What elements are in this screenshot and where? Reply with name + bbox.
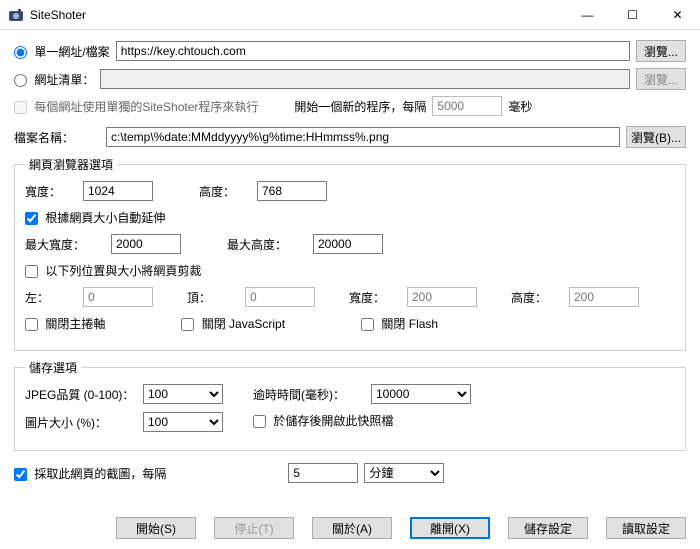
minimize-button[interactable]: —	[565, 0, 610, 30]
maximize-button[interactable]: ☐	[610, 0, 655, 30]
jpeg-quality-label: JPEG品質 (0-100)：	[25, 386, 135, 403]
browse-filename-button[interactable]: 瀏覽(B)...	[626, 126, 686, 148]
about-button[interactable]: 關於(A)	[312, 517, 392, 539]
browser-options-legend: 網頁瀏覽器選項	[25, 156, 117, 173]
close-button[interactable]: ✕	[655, 0, 700, 30]
jpeg-quality-select[interactable]: 100	[143, 384, 223, 404]
crop-left-label: 左：	[25, 289, 75, 306]
button-bar: 開始(S) 停止(T) 關於(A) 離開(X) 儲存設定 讀取設定	[0, 517, 700, 539]
filename-label: 檔案名稱：	[14, 129, 100, 146]
ms-label: 毫秒	[508, 98, 532, 115]
separate-process-check-label[interactable]: 每個網址使用單獨的SiteShoter程序來執行	[14, 98, 258, 115]
crop-left-input	[83, 287, 153, 307]
max-width-input[interactable]	[111, 234, 181, 254]
filename-input[interactable]	[106, 127, 620, 147]
exit-button[interactable]: 離開(X)	[410, 517, 490, 539]
disable-js-check[interactable]	[181, 318, 194, 331]
url-list-input	[100, 69, 630, 89]
height-label: 高度：	[199, 183, 249, 200]
single-url-input[interactable]	[116, 41, 630, 61]
timeout-select[interactable]: 10000	[371, 384, 471, 404]
new-process-label: 開始一個新的程序，每隔	[294, 98, 426, 115]
auto-extend-check[interactable]	[25, 212, 38, 225]
width-label: 寬度：	[25, 183, 75, 200]
browser-options-group: 網頁瀏覽器選項 寬度： 高度： 根據網頁大小自動延伸 最大寬度： 最大高度： 以	[14, 156, 686, 351]
max-height-input[interactable]	[313, 234, 383, 254]
disable-flash-check-label[interactable]: 關閉 Flash	[361, 315, 438, 332]
crop-check[interactable]	[25, 265, 38, 278]
browse-single-button[interactable]: 瀏覽...	[636, 40, 686, 62]
url-list-radio[interactable]	[14, 74, 27, 87]
single-url-radio[interactable]	[14, 46, 27, 59]
image-size-select[interactable]: 100	[143, 412, 223, 432]
disable-flash-check[interactable]	[361, 318, 374, 331]
open-after-check[interactable]	[253, 415, 266, 428]
max-height-label: 最大高度：	[227, 236, 305, 253]
load-settings-button[interactable]: 讀取設定	[606, 517, 686, 539]
separate-process-check	[14, 101, 27, 114]
repeat-check-label[interactable]: 採取此網頁的截圖，每隔	[14, 465, 166, 482]
browse-list-button: 瀏覽...	[636, 68, 686, 90]
title-bar: SiteShoter — ☐ ✕	[0, 0, 700, 30]
width-input[interactable]	[83, 181, 153, 201]
crop-height-label: 高度：	[511, 289, 561, 306]
stop-button: 停止(T)	[214, 517, 294, 539]
repeat-check[interactable]	[14, 468, 27, 481]
disable-scroll-check-label[interactable]: 關閉主捲軸	[25, 315, 105, 332]
image-size-label: 圖片大小 (%)：	[25, 414, 135, 431]
repeat-value-input[interactable]	[288, 463, 358, 483]
auto-extend-check-label[interactable]: 根據網頁大小自動延伸	[25, 209, 165, 226]
save-options-legend: 儲存選項	[25, 359, 81, 376]
new-process-interval-input	[432, 96, 502, 116]
crop-width-label: 寬度：	[349, 289, 399, 306]
height-input[interactable]	[257, 181, 327, 201]
crop-width-input	[407, 287, 477, 307]
crop-check-label[interactable]: 以下列位置與大小將網頁剪裁	[25, 262, 201, 279]
crop-height-input	[569, 287, 639, 307]
save-options-group: 儲存選項 JPEG品質 (0-100)： 100 圖片大小 (%)： 100 逾…	[14, 359, 686, 451]
save-settings-button[interactable]: 儲存設定	[508, 517, 588, 539]
disable-js-check-label[interactable]: 關閉 JavaScript	[181, 315, 285, 332]
crop-top-input	[245, 287, 315, 307]
window-title: SiteShoter	[30, 8, 565, 22]
timeout-label: 逾時時間(毫秒)：	[253, 386, 363, 403]
app-icon	[8, 7, 24, 23]
url-list-radio-label[interactable]: 網址清單：	[14, 71, 94, 88]
disable-scroll-check[interactable]	[25, 318, 38, 331]
crop-top-label: 頂：	[187, 289, 237, 306]
max-width-label: 最大寬度：	[25, 236, 103, 253]
open-after-check-label[interactable]: 於儲存後開啟此快照檔	[253, 412, 393, 429]
repeat-unit-select[interactable]: 分鐘	[364, 463, 444, 483]
start-button[interactable]: 開始(S)	[116, 517, 196, 539]
single-url-radio-label[interactable]: 單一網址/檔案	[14, 43, 110, 60]
